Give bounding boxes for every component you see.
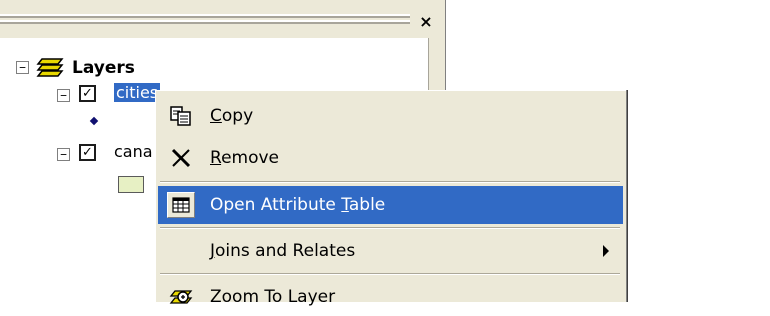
titlebar-grip-line: [0, 16, 410, 18]
copy-icon: [168, 104, 194, 128]
menu-item-zoom-to-layer-label: Zoom To Layer: [210, 287, 336, 307]
layers-root-label[interactable]: Layers: [72, 58, 135, 78]
polygon-symbol-icon: [118, 176, 144, 193]
canals-layer-label[interactable]: cana: [114, 142, 153, 161]
titlebar-grip-line: [0, 22, 410, 24]
toc-titlebar[interactable]: ×: [0, 0, 438, 38]
cities-layer-label[interactable]: cities: [114, 83, 161, 102]
layer-context-menu: Copy Remove Open Attribute Table Joins a…: [155, 90, 626, 307]
menu-item-remove-label: Remove: [210, 148, 280, 168]
remove-x-icon: [168, 146, 194, 170]
cities-visibility-checkbox[interactable]: ✓: [79, 85, 96, 102]
menu-item-open-attribute-table[interactable]: Open Attribute Table: [158, 186, 623, 224]
submenu-arrow-icon: [603, 245, 609, 257]
menu-separator: [160, 181, 620, 183]
menu-item-zoom-to-layer[interactable]: Zoom To Layer: [158, 278, 623, 316]
menu-item-copy-label: Copy: [210, 106, 254, 126]
collapse-canals-toggle[interactable]: −: [57, 148, 70, 161]
menu-item-copy[interactable]: Copy: [158, 97, 623, 135]
menu-separator: [160, 227, 620, 229]
cities-layer-name[interactable]: cities: [114, 83, 161, 102]
menu-item-open-attribute-table-label: Open Attribute Table: [210, 195, 386, 215]
collapse-cities-toggle[interactable]: −: [57, 89, 70, 102]
point-symbol-icon: [89, 116, 99, 126]
menu-item-joins-and-relates[interactable]: Joins and Relates: [158, 232, 623, 270]
layers-stack-icon: [36, 55, 66, 79]
table-icon: [167, 192, 195, 218]
menu-item-joins-and-relates-label: Joins and Relates: [210, 241, 356, 261]
menu-separator: [160, 273, 620, 275]
close-icon[interactable]: ×: [414, 10, 438, 34]
zoom-to-layer-icon: [168, 285, 194, 309]
menu-item-remove[interactable]: Remove: [158, 139, 623, 177]
canals-visibility-checkbox[interactable]: ✓: [79, 144, 96, 161]
collapse-layers-toggle[interactable]: −: [16, 61, 29, 74]
